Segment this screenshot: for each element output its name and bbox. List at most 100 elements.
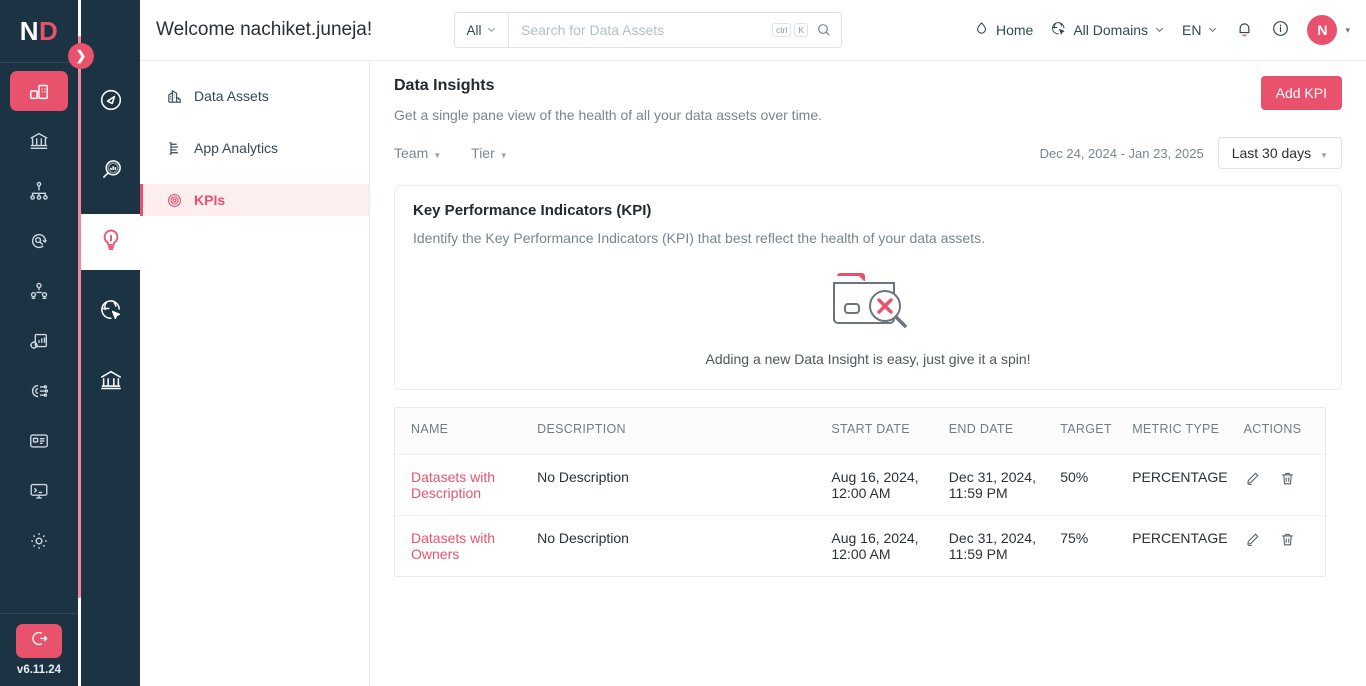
kpi-table-body: Datasets with Description No Description…	[394, 454, 1326, 577]
header-right-actions: Home All Domains EN N ▾	[973, 15, 1366, 45]
rail-item-govern[interactable]	[10, 121, 68, 161]
terminal-monitor-icon	[28, 480, 50, 502]
rail-item-console[interactable]	[10, 471, 68, 511]
rail-item-list	[0, 63, 78, 613]
rail-item-observability[interactable]	[10, 321, 68, 361]
column-header-target: TARGET	[1052, 407, 1125, 455]
magnifier-chart-icon	[98, 157, 124, 188]
icon-column-insights[interactable]	[81, 214, 140, 270]
rail-item-collaboration[interactable]	[10, 271, 68, 311]
add-kpi-button[interactable]: Add KPI	[1260, 76, 1342, 110]
home-button[interactable]: Home	[973, 20, 1033, 40]
empty-state-text: Adding a new Data Insight is easy, just …	[705, 351, 1031, 367]
date-range-select[interactable]: Last 30 days ▼	[1217, 137, 1342, 169]
rail-item-lineage[interactable]	[10, 171, 68, 211]
search-icon[interactable]	[811, 22, 841, 38]
sidebar-item-data-assets[interactable]: Data Assets	[140, 80, 369, 112]
all-domains-dropdown[interactable]: All Domains	[1050, 20, 1165, 40]
icon-column-explore[interactable]	[81, 74, 140, 130]
bank-icon	[98, 367, 124, 398]
chevron-down-icon	[486, 23, 497, 38]
search-input[interactable]	[509, 14, 772, 46]
rail-item-discovery[interactable]	[10, 221, 68, 261]
subnav-panel: Data Assets App Analytics KPIs	[140, 0, 370, 686]
rail-item-insights[interactable]	[10, 71, 68, 111]
kpi-name-link[interactable]: Datasets with Description	[411, 469, 495, 501]
logout-button[interactable]	[16, 624, 62, 658]
rail-divider-bottom	[0, 613, 78, 614]
caret-down-icon: ▼	[1320, 151, 1328, 160]
search-refresh-icon	[28, 230, 50, 252]
column-header-name: NAME	[394, 407, 530, 455]
icon-column-analytics[interactable]	[81, 144, 140, 200]
cell-actions	[1235, 454, 1326, 516]
logout-icon	[30, 629, 49, 653]
sidebar-item-kpis[interactable]: KPIs	[140, 184, 369, 216]
date-range-text: Dec 24, 2024 - Jan 23, 2025	[1039, 145, 1204, 161]
caret-down-icon: ▾	[1345, 24, 1350, 35]
notifications-button[interactable]	[1235, 19, 1254, 42]
all-domains-label: All Domains	[1073, 22, 1149, 38]
table-row: Datasets with Owners No Description Aug …	[395, 516, 1326, 577]
kpi-card-subtitle: Identify the Key Performance Indicators …	[413, 230, 985, 246]
cell-end-date: Dec 31, 2024, 11:59 PM	[940, 454, 1053, 516]
page-subtitle: Get a single pane view of the health of …	[394, 107, 823, 123]
rail-expand-button[interactable]: ❯	[68, 43, 94, 69]
data-assets-icon	[165, 88, 183, 105]
logo-part-1: N	[19, 15, 39, 46]
welcome-message: Welcome nachiket.juneja!	[156, 19, 373, 40]
column-header-metric-type: METRIC TYPE	[1124, 407, 1236, 455]
filter-row: Team ▼ Tier ▼ Dec 24, 2024 - Jan 23, 202…	[394, 137, 1342, 169]
info-button[interactable]	[1271, 19, 1290, 41]
sidebar-item-label: Data Assets	[194, 88, 269, 104]
kpi-card: Key Performance Indicators (KPI) Identif…	[394, 185, 1342, 390]
tier-filter[interactable]: Tier ▼	[471, 145, 508, 161]
table-row: Datasets with Description No Description…	[394, 454, 1326, 516]
rail-item-settings[interactable]	[10, 521, 68, 561]
shortcut-ctrl-key: ctrl	[771, 22, 792, 38]
gear-chart-icon	[28, 330, 50, 352]
id-card-icon	[28, 430, 50, 452]
app-rail: ND v6.11.24	[0, 0, 78, 686]
rail-item-integrations[interactable]	[10, 371, 68, 411]
main-content: Data Insights Add KPI Get a single pane …	[370, 61, 1366, 686]
team-filter[interactable]: Team ▼	[394, 145, 441, 161]
cell-target: 75%	[1060, 530, 1089, 546]
search-scope-dropdown[interactable]: All	[455, 13, 509, 47]
plug-nodes-icon	[28, 380, 50, 402]
column-header-end-date: END DATE	[940, 407, 1053, 455]
logo-part-2: D	[39, 15, 59, 46]
lightbulb-icon	[98, 227, 124, 258]
column-header-description: DESCRIPTION	[529, 407, 824, 455]
cell-description: No Description	[529, 454, 824, 516]
pencil-icon[interactable]	[1244, 470, 1261, 490]
sidebar-item-app-analytics[interactable]: App Analytics	[140, 132, 369, 164]
icon-column-domains[interactable]	[81, 284, 140, 340]
cell-end-date: Dec 31, 2024, 11:59 PM	[948, 530, 1036, 562]
folder-search-error-icon	[825, 266, 911, 337]
app-version: v6.11.24	[16, 664, 62, 676]
cell-start-date: Aug 16, 2024, 12:00 AM	[823, 454, 941, 516]
kpi-table-head: NAME DESCRIPTION START DATE END DATE TAR…	[394, 407, 1326, 455]
icon-column-governance[interactable]	[81, 354, 140, 410]
top-header: Welcome nachiket.juneja! All ctrl K Home	[140, 0, 1366, 61]
app-logo: ND	[0, 0, 78, 62]
language-dropdown[interactable]: EN	[1182, 22, 1218, 38]
subnav-list: Data Assets App Analytics KPIs	[140, 61, 369, 216]
globe-cursor-icon	[1050, 20, 1067, 40]
rail-item-glossary[interactable]	[10, 421, 68, 461]
column-header-actions: ACTIONS	[1235, 407, 1326, 455]
language-label: EN	[1182, 22, 1202, 38]
trash-icon[interactable]	[1279, 531, 1296, 551]
caret-down-icon: ▼	[499, 151, 508, 160]
trash-icon[interactable]	[1279, 470, 1296, 490]
home-label: Home	[995, 22, 1034, 38]
kpi-name-link[interactable]: Datasets with Owners	[411, 530, 495, 562]
pencil-icon[interactable]	[1244, 531, 1261, 551]
dashboard-chart-icon	[28, 80, 50, 102]
user-menu[interactable]: N ▾	[1307, 15, 1350, 45]
cell-target: 50%	[1052, 454, 1125, 516]
hierarchy-icon	[28, 180, 50, 202]
date-range-select-label: Last 30 days	[1231, 145, 1312, 161]
globe-cursor-icon	[98, 297, 124, 328]
